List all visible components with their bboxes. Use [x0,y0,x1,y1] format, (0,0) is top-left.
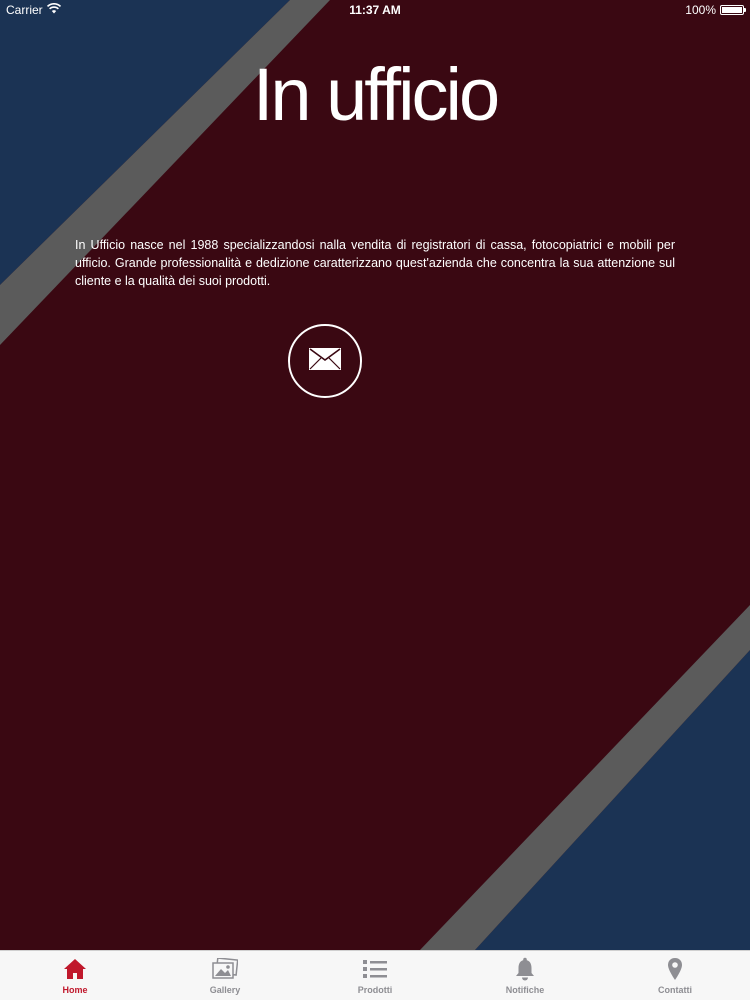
home-icon [63,957,87,981]
envelope-icon [309,347,341,375]
mail-button[interactable] [288,324,362,398]
tab-gallery-label: Gallery [209,985,241,995]
tab-home-label: Home [62,985,88,995]
background-art [0,0,750,950]
tab-notifiche[interactable]: Notifiche [450,951,600,1000]
location-pin-icon [667,957,683,981]
status-bar: Carrier 11:37 AM 100% [0,0,750,20]
battery-percent: 100% [685,3,716,17]
tab-notifiche-label: Notifiche [505,985,545,995]
battery-icon [720,5,746,15]
background [0,0,750,950]
tab-home[interactable]: Home [0,951,150,1000]
app-logo: In ufficio [252,53,500,136]
tab-bar: Home Gallery Prodotti Notifiche Contatti [0,950,750,1000]
tab-prodotti[interactable]: Prodotti [300,951,450,1000]
tab-contatti-label: Contatti [658,985,692,995]
tab-gallery[interactable]: Gallery [150,951,300,1000]
status-time: 11:37 AM [349,3,401,17]
tab-contatti[interactable]: Contatti [600,951,750,1000]
company-description: In Ufficio nasce nel 1988 specializzando… [75,238,675,288]
gallery-icon [212,957,238,981]
tab-prodotti-label: Prodotti [357,985,393,995]
list-icon [362,957,388,981]
bell-icon [514,957,536,981]
status-right: 100% [685,3,746,17]
battery-fill [722,7,742,13]
